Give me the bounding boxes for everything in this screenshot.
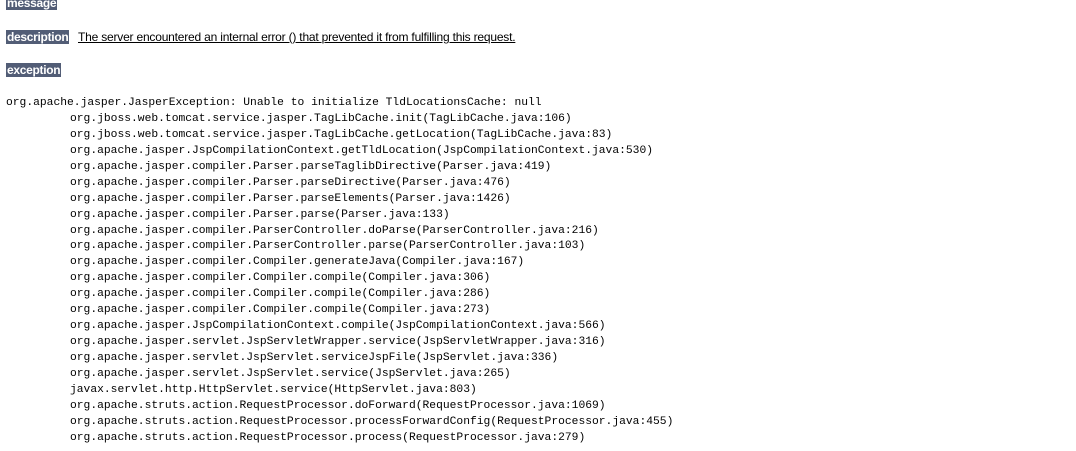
stack-frame: org.apache.jasper.servlet.JspServletWrap… bbox=[70, 336, 606, 349]
message-label: message bbox=[6, 0, 58, 10]
stack-frame: org.apache.jasper.compiler.Parser.parseT… bbox=[70, 160, 552, 173]
stack-frame: org.apache.jasper.JspCompilationContext.… bbox=[70, 144, 654, 157]
stack-frame: org.jboss.web.tomcat.service.jasper.TagL… bbox=[70, 128, 613, 141]
stack-frame: org.apache.jasper.compiler.Parser.parseE… bbox=[70, 192, 511, 205]
stack-frame: org.apache.jasper.servlet.JspServlet.ser… bbox=[70, 367, 511, 380]
description-label: description bbox=[6, 30, 70, 44]
stack-frame: org.apache.struts.action.RequestProcesso… bbox=[70, 399, 606, 412]
stack-frame: org.apache.jasper.compiler.Compiler.comp… bbox=[70, 272, 491, 285]
stack-frame: org.apache.jasper.compiler.Compiler.comp… bbox=[70, 304, 491, 317]
exception-label: exception bbox=[6, 63, 62, 77]
stack-frame: org.apache.jasper.compiler.Compiler.comp… bbox=[70, 288, 491, 301]
stack-frame: org.apache.jasper.servlet.JspServlet.ser… bbox=[70, 352, 559, 364]
stack-frame: javax.servlet.http.HttpServlet.service(H… bbox=[70, 383, 477, 396]
stack-frame: org.apache.struts.action.RequestProcesso… bbox=[70, 431, 586, 444]
description-text: The server encountered an internal error… bbox=[78, 30, 516, 44]
stack-frame: org.apache.jasper.compiler.Compiler.gene… bbox=[70, 256, 525, 269]
stack-trace: org.apache.jasper.JasperException: Unabl… bbox=[6, 96, 673, 447]
stack-frame: org.apache.jasper.compiler.ParserControl… bbox=[70, 224, 599, 237]
stack-frame: org.apache.jasper.JspCompilationContext.… bbox=[70, 320, 606, 333]
stack-frame: org.apache.struts.action.RequestProcesso… bbox=[70, 415, 674, 428]
stack-frame: org.jboss.web.tomcat.service.jasper.TagL… bbox=[70, 112, 572, 125]
stack-frame: org.apache.jasper.compiler.Parser.parse(… bbox=[70, 208, 450, 221]
exception-header: org.apache.jasper.JasperException: Unabl… bbox=[6, 97, 542, 109]
stack-frame: org.apache.jasper.compiler.Parser.parseD… bbox=[70, 176, 511, 189]
stack-frame: org.apache.jasper.compiler.ParserControl… bbox=[70, 240, 586, 253]
